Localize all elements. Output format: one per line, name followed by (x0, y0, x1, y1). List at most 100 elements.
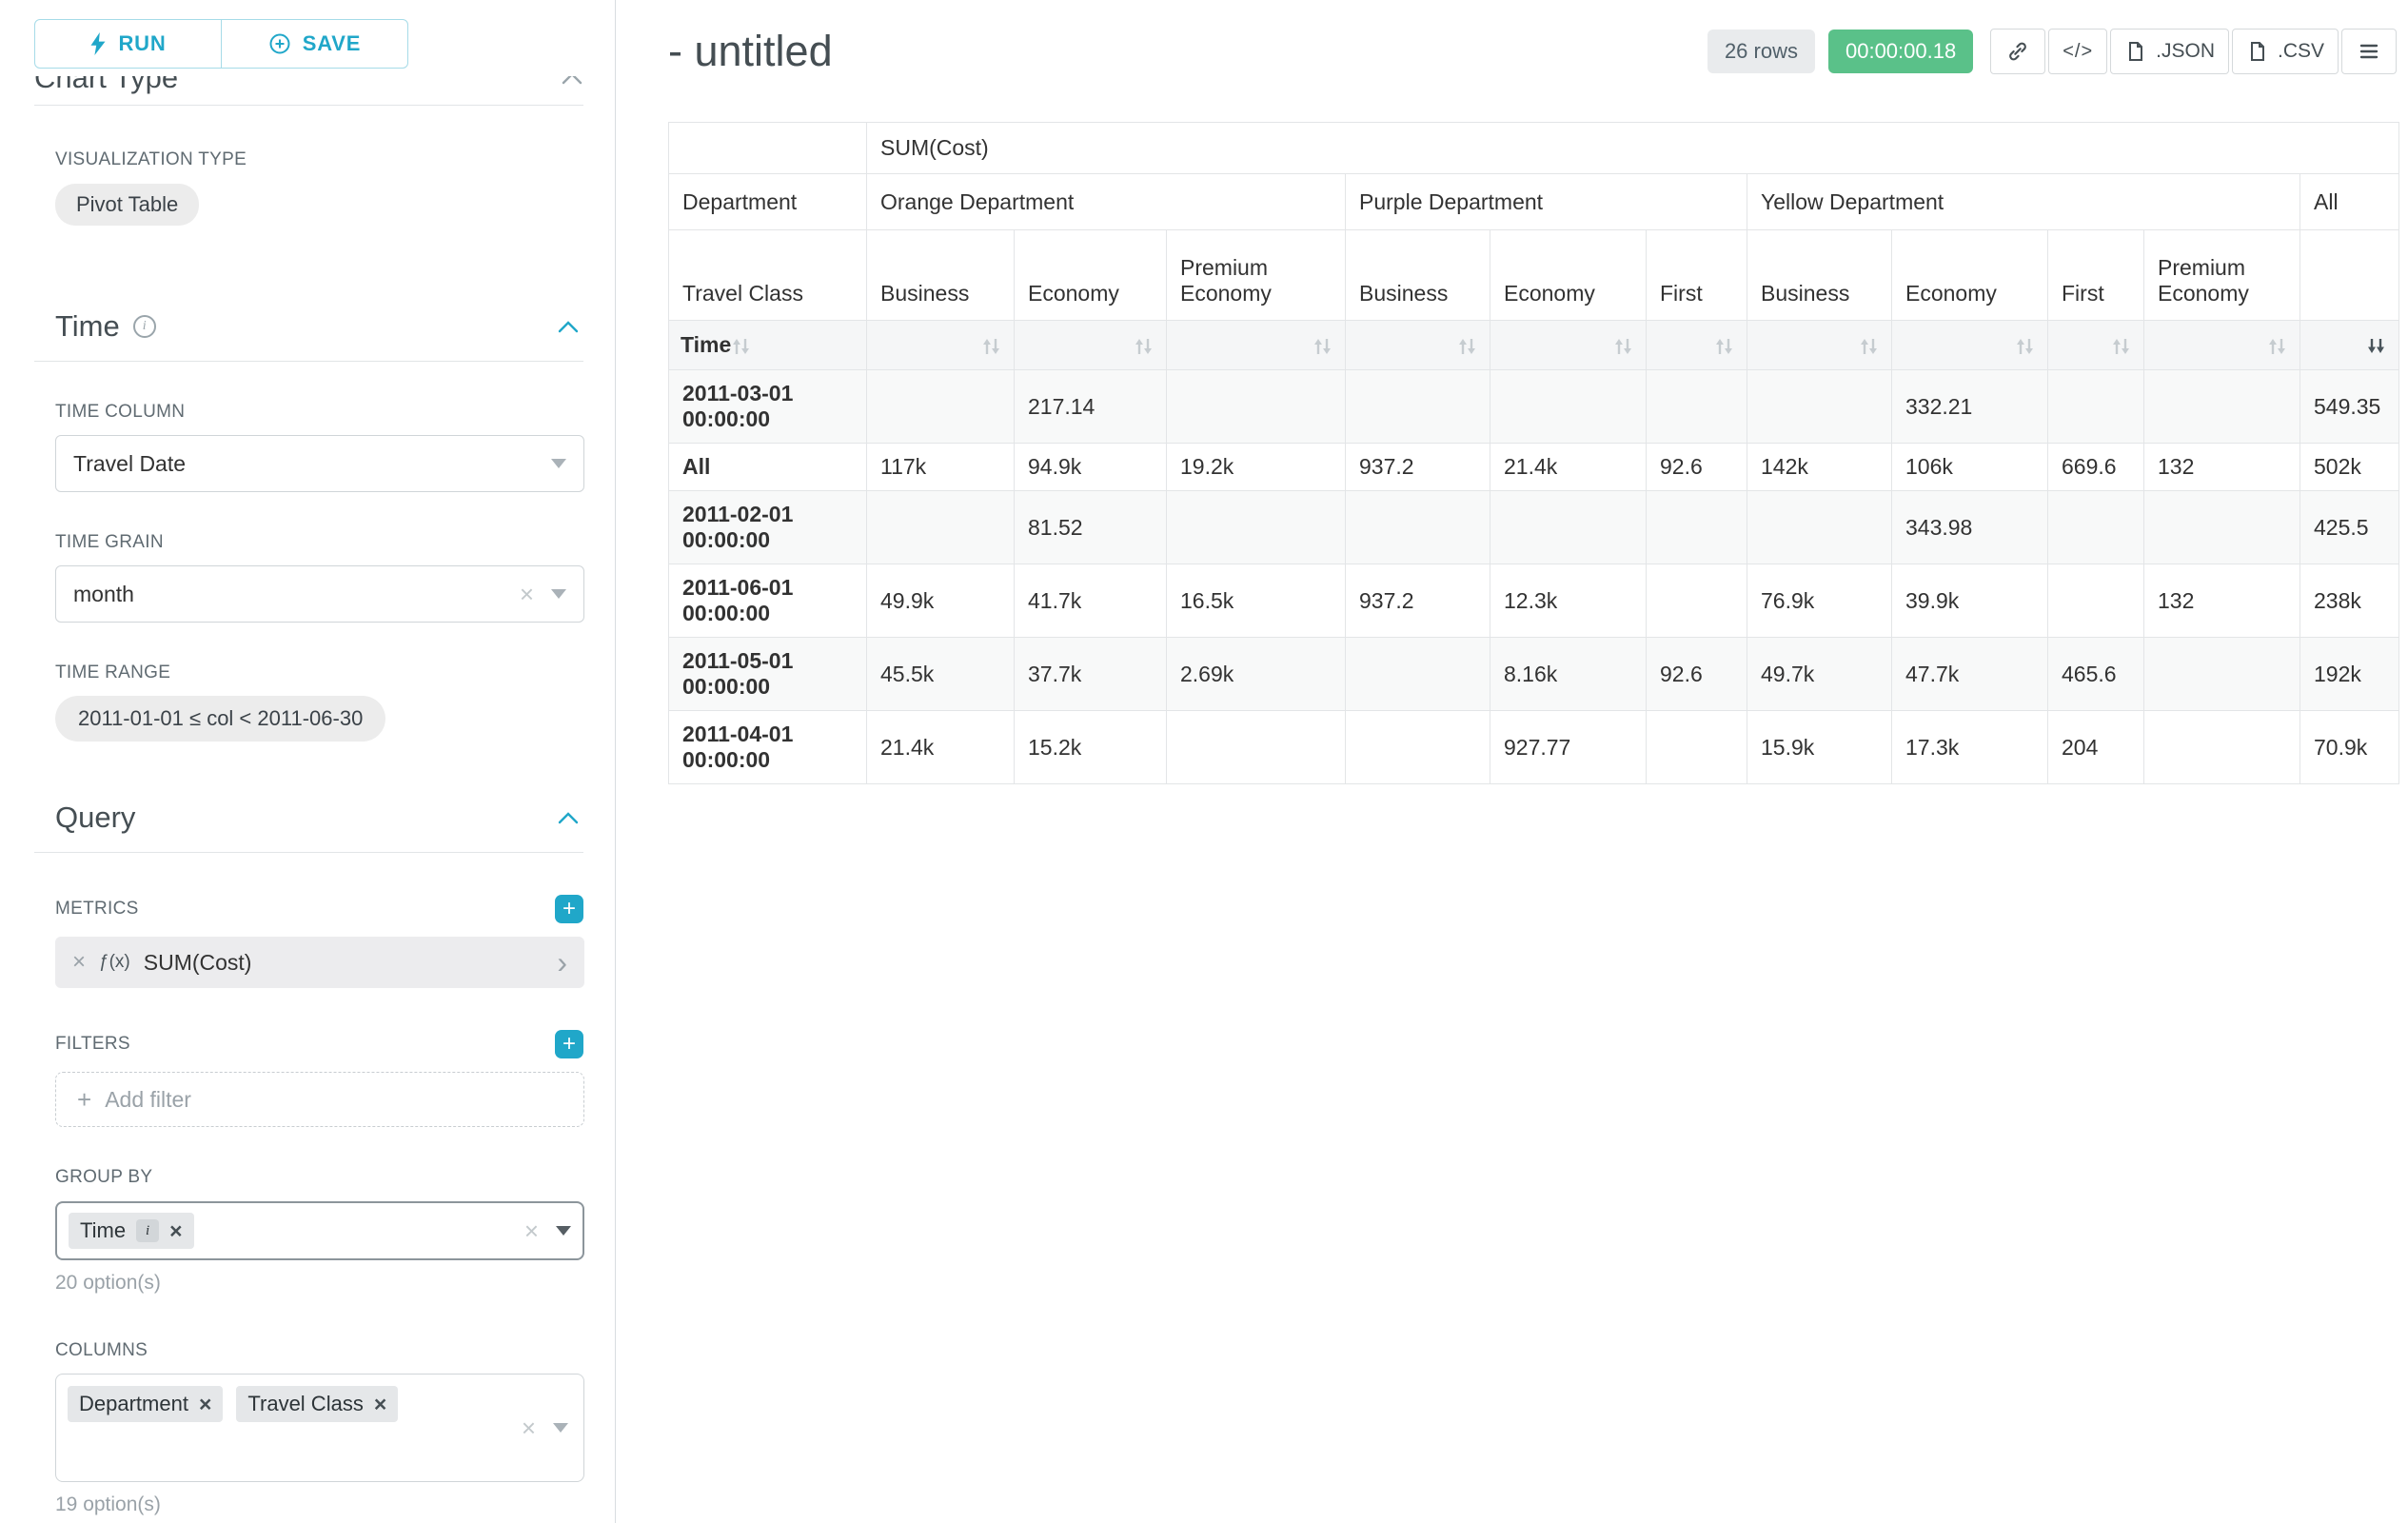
metrics-label: METRICS (55, 899, 139, 920)
pivot-cell (2144, 711, 2300, 784)
pivot-cell (1346, 711, 1490, 784)
chevron-right-icon[interactable]: › (557, 947, 567, 978)
section-divider (34, 105, 583, 106)
pivot-cell: 94.9k (1015, 444, 1167, 491)
pivot-class-header: Premium Economy (1167, 230, 1346, 321)
pivot-row-label: 2011-05-01 00:00:00 (669, 638, 867, 711)
pivot-cell: 217.14 (1015, 370, 1167, 444)
pivot-cell (1647, 711, 1747, 784)
metric-name: SUM(Cost) (144, 950, 252, 976)
group-by-label: GROUP BY (55, 1167, 583, 1188)
pivot-class-header: First (1647, 230, 1747, 321)
pivot-sort-col[interactable] (867, 321, 1015, 370)
visualization-type-pill[interactable]: Pivot Table (55, 184, 199, 226)
row-count-badge: 26 rows (1707, 30, 1815, 73)
pivot-cell: 19.2k (1167, 444, 1346, 491)
pivot-sort-col[interactable] (2048, 321, 2144, 370)
pivot-dept-header: Orange Department (867, 174, 1346, 230)
clear-icon[interactable]: × (520, 582, 534, 606)
info-icon: i (133, 315, 156, 338)
run-button[interactable]: RUN (34, 19, 222, 69)
pivot-cell: 17.3k (1892, 711, 2048, 784)
pivot-class-header: Economy (1490, 230, 1647, 321)
pivot-sort-col[interactable] (2144, 321, 2300, 370)
add-filter-button[interactable]: + Add filter (55, 1072, 584, 1127)
export-json-button[interactable]: .JSON (2110, 29, 2229, 74)
pill-label: Time (80, 1218, 126, 1243)
pivot-row: 2011-03-01 00:00:00217.14332.21549.35 (669, 370, 2399, 444)
pivot-row-label: 2011-02-01 00:00:00 (669, 491, 867, 564)
share-link-button[interactable] (1990, 29, 2045, 74)
pivot-cell: 425.5 (2300, 491, 2399, 564)
time-column-value: Travel Date (73, 451, 186, 477)
pivot-class-header: Economy (1892, 230, 2048, 321)
query-section-header[interactable]: Query (34, 801, 583, 853)
add-metric-button[interactable]: + (555, 895, 583, 923)
chevron-up-icon[interactable] (557, 811, 580, 825)
pivot-class-row: Travel Class BusinessEconomyPremium Econ… (669, 230, 2399, 321)
pivot-dept-header: Yellow Department (1747, 174, 2300, 230)
time-section-header[interactable]: Time i (34, 309, 583, 362)
pivot-cell: 39.9k (1892, 564, 2048, 638)
time-range-pill[interactable]: 2011-01-01 ≤ col < 2011-06-30 (55, 696, 385, 742)
pivot-cell: 937.2 (1346, 444, 1490, 491)
pivot-sort-col[interactable] (1647, 321, 1747, 370)
group-by-select[interactable]: Timei × × (55, 1201, 584, 1260)
clear-icon[interactable]: × (524, 1218, 539, 1243)
pivot-sort-col[interactable] (1490, 321, 1647, 370)
pivot-row: 2011-05-01 00:00:0045.5k37.7k2.69k8.16k9… (669, 638, 2399, 711)
pill-label: Department (79, 1392, 188, 1416)
add-filter-label: Add filter (105, 1087, 191, 1113)
pivot-sort-time[interactable]: Time (669, 321, 867, 370)
pivot-cell (2048, 370, 2144, 444)
pivot-cell: 142k (1747, 444, 1892, 491)
pivot-body: 2011-03-01 00:00:00217.14332.21549.35All… (669, 370, 2399, 784)
sort-icon (981, 336, 1002, 357)
pivot-cell: 192k (2300, 638, 2399, 711)
pivot-cell: 15.9k (1747, 711, 1892, 784)
hamburger-icon (2358, 40, 2380, 63)
code-icon: </> (2063, 41, 2093, 63)
plus-icon: + (77, 1085, 91, 1115)
pivot-sort-col[interactable] (1346, 321, 1490, 370)
remove-icon[interactable]: × (169, 1220, 182, 1242)
clear-icon[interactable]: × (522, 1415, 536, 1440)
metric-pill[interactable]: × ƒ(x) SUM(Cost) › (55, 937, 584, 988)
pivot-cell (867, 491, 1015, 564)
pivot-sort-col[interactable] (1747, 321, 1892, 370)
save-button[interactable]: SAVE (221, 19, 408, 69)
menu-button[interactable] (2341, 29, 2397, 74)
add-filter-plus-button[interactable]: + (555, 1030, 583, 1058)
selected-option-pill[interactable]: Timei × (69, 1213, 194, 1249)
circle-plus-icon (268, 32, 291, 55)
pivot-cell: 238k (2300, 564, 2399, 638)
columns-select[interactable]: Department×Travel Class× × (55, 1374, 584, 1482)
view-query-button[interactable]: </> (2048, 29, 2107, 74)
pivot-class-header: Business (1747, 230, 1892, 321)
pivot-sort-all-active[interactable] (2300, 321, 2399, 370)
remove-icon[interactable]: × (374, 1394, 386, 1415)
time-column-select[interactable]: Travel Date (55, 435, 584, 492)
chevron-up-icon[interactable] (557, 320, 580, 334)
chevron-down-icon (553, 1423, 568, 1433)
remove-icon[interactable]: × (199, 1394, 211, 1415)
pivot-sort-col[interactable] (1167, 321, 1346, 370)
selected-option-pill[interactable]: Travel Class× (236, 1386, 398, 1422)
pivot-sort-col[interactable] (1015, 321, 1167, 370)
info-icon: i (136, 1219, 159, 1242)
export-csv-button[interactable]: .CSV (2232, 29, 2339, 74)
pivot-cell (1167, 370, 1346, 444)
pivot-dept-header: Purple Department (1346, 174, 1747, 230)
pivot-class-header: First (2048, 230, 2144, 321)
selected-option-pill[interactable]: Department × (68, 1386, 223, 1422)
chevron-down-icon (556, 1226, 571, 1236)
pivot-row-label: 2011-06-01 00:00:00 (669, 564, 867, 638)
group-by-options-hint: 20 option(s) (55, 1272, 583, 1295)
pivot-sort-col[interactable] (1892, 321, 2048, 370)
sort-icon (1859, 336, 1880, 357)
time-grain-select[interactable]: month × (55, 565, 584, 623)
remove-metric-icon[interactable]: × (72, 949, 86, 976)
group-by-pills: Timei × (69, 1213, 194, 1249)
chevron-up-icon[interactable] (561, 76, 583, 86)
time-grain-value: month (73, 582, 134, 607)
